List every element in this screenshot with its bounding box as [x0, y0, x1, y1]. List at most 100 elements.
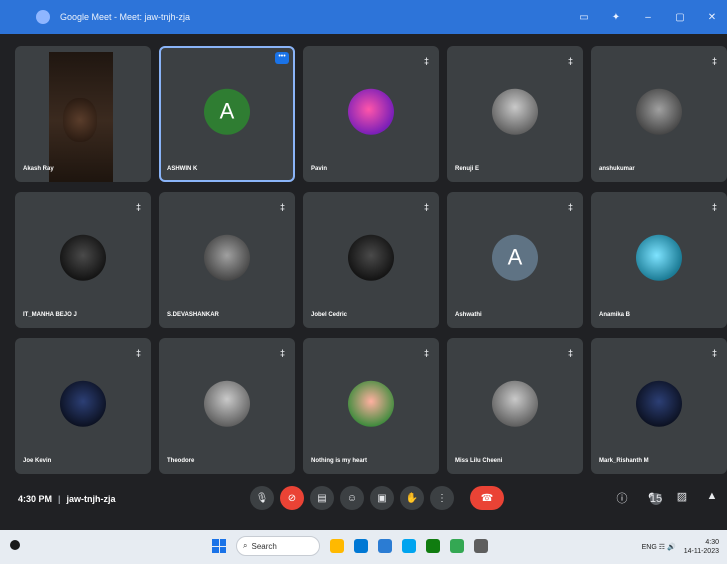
taskbar-app-icon[interactable]: [426, 539, 440, 553]
participant-name: IT_MANHA BEJO J: [23, 312, 77, 318]
participant-tile[interactable]: ‡ Miss Lilu Cheeni: [447, 338, 583, 474]
participant-name: Joe Kevin: [23, 458, 52, 464]
meeting-stage: Akash Ray A ••• ASHWIN K ‡ Pavin ‡ Renuji E ‡ ans…: [0, 34, 727, 530]
mic-muted-icon: ‡: [711, 348, 717, 358]
emoji-button[interactable]: ☺: [340, 486, 364, 510]
taskbar-apps: ⌕ Search: [212, 536, 488, 556]
participant-tile[interactable]: ‡ Nothing is my heart: [303, 338, 439, 474]
participant-name: Pavin: [311, 166, 328, 172]
participant-tile[interactable]: Akash Ray: [15, 46, 151, 182]
tray-icons[interactable]: ENG ☶ 🔊: [642, 543, 676, 551]
participant-tile[interactable]: ‡ Theodore: [159, 338, 295, 474]
extensions-icon[interactable]: ✦: [607, 12, 625, 23]
participant-tile[interactable]: A ••• ASHWIN K: [159, 46, 295, 182]
participant-avatar: A: [492, 234, 538, 281]
window-title: Google Meet - Meet: jaw-tnjh-zja: [60, 12, 191, 22]
mic-muted-icon: ‡: [567, 348, 573, 358]
participant-tile[interactable]: ‡ Joe Kevin: [15, 338, 151, 474]
clock-date: 14-11-2023: [683, 548, 719, 555]
browser-titlebar: Google Meet - Meet: jaw-tnjh-zja ▭ ✦ – ▢…: [0, 0, 727, 34]
taskbar-search-input[interactable]: ⌕ Search: [236, 536, 320, 556]
taskbar-app-icon[interactable]: [474, 539, 488, 553]
captions-button[interactable]: ▤: [310, 486, 334, 510]
participant-name: S.DEVASHANKAR: [167, 312, 219, 318]
participant-tile[interactable]: A ‡ Ashwathi: [447, 192, 583, 328]
info-icon[interactable]: ⓘ: [615, 490, 629, 514]
window-controls: ▭ ✦ – ▢ ✕: [575, 0, 721, 34]
participant-avatar: [348, 234, 394, 281]
raise-hand-button[interactable]: ✋: [400, 486, 424, 510]
weather-icon[interactable]: [10, 540, 20, 550]
mic-muted-icon: ‡: [711, 202, 717, 212]
windows-start-icon[interactable]: [212, 539, 226, 553]
participant-tile[interactable]: ‡ Mark_Rishanth M: [591, 338, 727, 474]
participant-avatar: [492, 88, 538, 135]
chat-icon[interactable]: ▨: [675, 490, 689, 514]
meeting-control-bar: 4:30 PM | jaw-tnjh-zja 🎙⊘▤☺▣✋⋮ ☎ ⓘ ☻15 ▨ ▲: [0, 470, 727, 530]
participant-tile[interactable]: ‡ Pavin: [303, 46, 439, 182]
more-options-icon[interactable]: •••: [275, 52, 289, 64]
participant-tile[interactable]: ‡ Jobel Cedric: [303, 192, 439, 328]
mic-muted-icon: ‡: [567, 56, 573, 66]
chat-icon-glyph: ▨: [676, 491, 688, 503]
taskbar-app-icon[interactable]: [402, 539, 416, 553]
meeting-time: 4:30 PM: [18, 494, 53, 504]
participant-tile[interactable]: ‡ S.DEVASHANKAR: [159, 192, 295, 328]
participant-avatar: [60, 380, 106, 427]
participant-tile[interactable]: ‡ IT_MANHA BEJO J: [15, 192, 151, 328]
mic-muted-icon: ‡: [567, 202, 573, 212]
system-tray: ENG ☶ 🔊 4:30 14-11-2023: [642, 538, 719, 556]
participant-tile[interactable]: ‡ anshukumar: [591, 46, 727, 182]
participant-tile[interactable]: ‡ Renuji E: [447, 46, 583, 182]
mic-muted-icon: ‡: [423, 202, 429, 212]
meeting-details: 4:30 PM | jaw-tnjh-zja: [18, 494, 116, 504]
info-icon-glyph: ⓘ: [616, 493, 628, 505]
present-button[interactable]: ▣: [370, 486, 394, 510]
participant-avatar: [204, 234, 250, 281]
participant-name: Akash Ray: [23, 166, 54, 172]
meet-logo-icon: [36, 10, 50, 24]
mic-button[interactable]: 🎙: [250, 486, 274, 510]
meeting-separator: |: [58, 494, 61, 504]
mic-muted-icon: ‡: [279, 202, 285, 212]
participant-name: Theodore: [167, 458, 195, 464]
participant-name: Nothing is my heart: [311, 458, 368, 464]
taskbar-app-icon[interactable]: [450, 539, 464, 553]
activities-icon[interactable]: ▲: [705, 490, 719, 514]
search-placeholder: Search: [251, 541, 277, 551]
participant-avatar: A: [204, 88, 250, 135]
participant-avatar: [492, 380, 538, 427]
participant-name: ASHWIN K: [167, 166, 198, 172]
people-icon[interactable]: ☻15: [645, 490, 663, 514]
taskbar-app-icon[interactable]: [354, 539, 368, 553]
call-controls: 🎙 ⊘ ▤ ☺ ▣ ✋ ⋮ ☎: [250, 486, 504, 510]
side-controls: ⓘ ☻15 ▨ ▲: [615, 490, 719, 514]
participant-avatar: [204, 380, 250, 427]
taskbar-app-icon[interactable]: [378, 539, 392, 553]
participant-name: Ashwathi: [455, 312, 482, 318]
minimize-button[interactable]: –: [639, 12, 657, 23]
tray-clock[interactable]: 4:30 14-11-2023: [684, 538, 719, 556]
participant-video: [49, 52, 113, 182]
participant-tile[interactable]: ‡ Anamika B: [591, 192, 727, 328]
camera-off-button[interactable]: ⊘: [280, 486, 304, 510]
participant-count-badge: 15: [649, 493, 663, 505]
maximize-button[interactable]: ▢: [671, 12, 689, 23]
participant-avatar: [636, 88, 682, 135]
activities-icon-glyph: ▲: [706, 490, 718, 502]
cast-icon[interactable]: ▭: [575, 12, 593, 23]
close-button[interactable]: ✕: [703, 12, 721, 23]
mic-muted-icon: ‡: [423, 56, 429, 66]
mic-muted-icon: ‡: [135, 202, 141, 212]
participant-name: Renuji E: [455, 166, 480, 172]
more-options-button[interactable]: ⋮: [430, 486, 454, 510]
participant-name: Miss Lilu Cheeni: [455, 458, 503, 464]
participant-avatar: [348, 88, 394, 135]
participant-name: Anamika B: [599, 312, 631, 318]
taskbar-app-icon[interactable]: [330, 539, 344, 553]
end-call-button[interactable]: ☎: [470, 486, 504, 510]
meeting-code: jaw-tnjh-zja: [66, 494, 116, 504]
participant-name: Mark_Rishanth M: [599, 458, 649, 464]
participant-name: Jobel Cedric: [311, 312, 348, 318]
mic-muted-icon: ‡: [135, 348, 141, 358]
